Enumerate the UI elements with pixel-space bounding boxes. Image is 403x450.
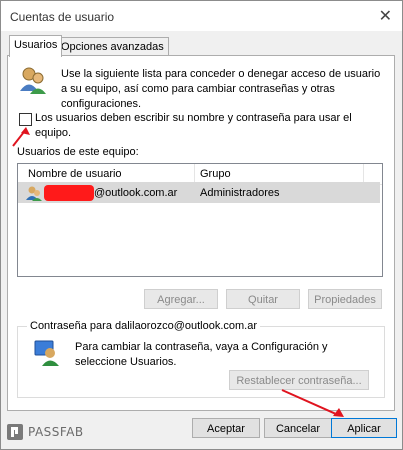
accept-button[interactable]: Aceptar — [192, 418, 260, 438]
users-icon — [20, 67, 46, 94]
add-user-button[interactable]: Agregar... — [144, 289, 218, 309]
column-header-username[interactable]: Nombre de usuario — [28, 168, 122, 180]
redaction-mark — [44, 185, 94, 201]
column-divider[interactable] — [363, 164, 364, 184]
require-login-label: Los usuarios deben escribir su nombre y … — [35, 112, 352, 139]
apply-button[interactable]: Aplicar — [331, 418, 397, 438]
watermark-text: PASSFAB — [28, 425, 84, 439]
password-group-title: Contraseña para dalilaorozco@outlook.com… — [27, 320, 261, 332]
column-header-group[interactable]: Grupo — [200, 168, 231, 180]
passfab-logo-icon — [7, 424, 23, 440]
title-bar: Cuentas de usuario ✕ — [1, 1, 402, 31]
column-divider[interactable] — [194, 164, 195, 184]
annotation-arrowhead-icon — [333, 408, 344, 417]
tab-usuarios[interactable]: Usuarios — [9, 35, 63, 57]
user-key-icon — [34, 340, 59, 366]
remove-user-button[interactable]: Quitar — [226, 289, 300, 309]
users-section-label: Usuarios de este equipo: — [17, 146, 139, 158]
password-group-text: Para cambiar la contraseña, vaya a Confi… — [75, 341, 328, 368]
close-icon[interactable]: ✕ — [379, 6, 392, 26]
tab-opciones-avanzadas[interactable]: Opciones avanzadas — [56, 37, 169, 56]
annotation-arrowhead-icon — [21, 127, 30, 135]
row-group: Administradores — [200, 187, 280, 199]
intro-text: Use la siguiente lista para conceder o d… — [61, 68, 381, 110]
properties-button[interactable]: Propiedades — [308, 289, 382, 309]
window-title: Cuentas de usuario — [10, 10, 115, 24]
cancel-button[interactable]: Cancelar — [264, 418, 332, 438]
user-icon — [26, 186, 42, 201]
row-username: @outlook.com.ar — [94, 187, 178, 199]
require-login-checkbox[interactable] — [19, 113, 32, 126]
users-list[interactable]: Nombre de usuario Grupo — [17, 163, 383, 277]
reset-password-button[interactable]: Restablecer contraseña... — [229, 370, 369, 390]
